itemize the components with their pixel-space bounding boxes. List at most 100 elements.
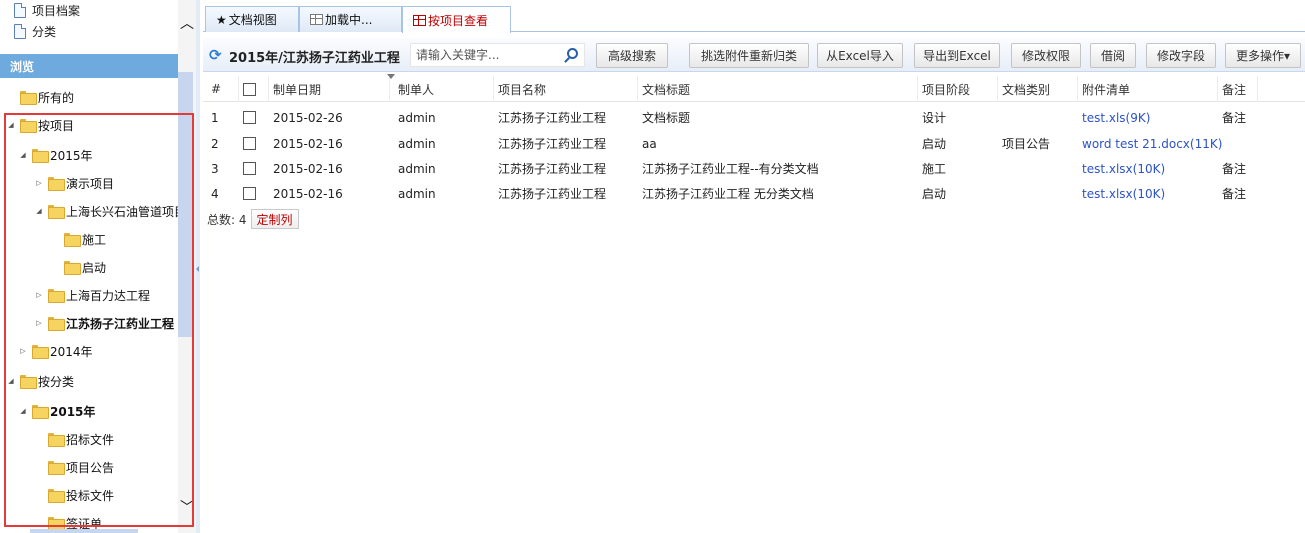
borrow-button[interactable]: 借阅 bbox=[1090, 43, 1136, 68]
nav-item-label: 分类 bbox=[32, 24, 57, 39]
column-header-category[interactable]: 文档类别 bbox=[998, 76, 1078, 102]
column-header-remark[interactable]: 备注 bbox=[1218, 76, 1258, 102]
search-box[interactable] bbox=[410, 43, 585, 67]
advanced-search-button[interactable]: 高级搜索 bbox=[596, 43, 668, 68]
column-header-label: 制单日期 bbox=[273, 82, 322, 97]
scroll-thumb[interactable] bbox=[178, 72, 193, 337]
tree-node-label: 按项目 bbox=[38, 118, 75, 133]
tab-document-view[interactable]: ★ 文档视图 bbox=[205, 6, 299, 32]
collapsed-arrow-icon[interactable]: ▷ bbox=[18, 346, 28, 356]
column-header-creator[interactable]: 制单人 bbox=[394, 76, 494, 102]
collapsed-arrow-icon[interactable]: ▷ bbox=[34, 318, 44, 328]
table-row[interactable]: 2 2015-02-16 admin 江苏扬子江药业工程 aa 启动 项目公告 word te… bbox=[203, 131, 1305, 156]
tree-node[interactable]: ◢ 按项目 bbox=[6, 114, 74, 136]
expanded-arrow-icon[interactable]: ◢ bbox=[18, 150, 28, 160]
grid-icon bbox=[310, 14, 323, 25]
tree-node-label: 江苏扬子江药业工程 bbox=[66, 316, 175, 331]
table-row[interactable]: 1 2015-02-26 admin 江苏扬子江药业工程 文档标题 设计 test.xls(… bbox=[203, 105, 1305, 130]
row-checkbox[interactable] bbox=[243, 187, 256, 200]
row-checkbox[interactable] bbox=[243, 137, 256, 150]
tree-node[interactable]: ▷ 江苏扬子江药业工程 bbox=[34, 312, 174, 334]
expanded-arrow-icon[interactable]: ◢ bbox=[6, 376, 16, 386]
tree-node[interactable]: 投标文件 bbox=[34, 484, 114, 506]
cell-doc-title: 江苏扬子江药业工程--有分类文档 bbox=[642, 162, 819, 176]
tab-view-by-project[interactable]: 按项目查看 bbox=[402, 6, 511, 33]
search-input[interactable] bbox=[411, 45, 559, 65]
star-icon: ★ bbox=[216, 12, 227, 27]
edit-permissions-button[interactable]: 修改权限 bbox=[1011, 43, 1081, 68]
tab-label: 按项目查看 bbox=[428, 13, 489, 28]
sidebar-scrollbar[interactable]: ︿ ﹀ bbox=[178, 0, 196, 533]
expanded-arrow-icon[interactable]: ◢ bbox=[6, 120, 16, 130]
nav-item-project-archive[interactable]: 项目档案 bbox=[14, 0, 80, 20]
cell-project: 江苏扬子江药业工程 bbox=[498, 162, 607, 176]
cell-project: 江苏扬子江药业工程 bbox=[498, 111, 607, 125]
tree-node[interactable]: 所有的 bbox=[6, 86, 74, 108]
cell-stage: 设计 bbox=[922, 111, 947, 125]
tree-node[interactable]: 招标文件 bbox=[34, 428, 114, 450]
main-panel: ★ 文档视图 加载中... 按项目查看 ⟳ 2015年/江苏扬子江药业工程 高级… bbox=[203, 0, 1305, 533]
horizontal-scroll-thumb[interactable] bbox=[30, 529, 138, 533]
collapsed-arrow-icon[interactable]: ▷ bbox=[34, 290, 44, 300]
tree-node[interactable]: ◢ 上海长兴石油管道项目 bbox=[34, 200, 186, 222]
cell-attachment[interactable]: test.xlsx(10K) bbox=[1078, 181, 1165, 206]
row-checkbox[interactable] bbox=[243, 162, 256, 175]
table-row[interactable]: 4 2015-02-16 admin 江苏扬子江药业工程 江苏扬子江药业工程 无分类文档… bbox=[203, 181, 1305, 206]
tree-node[interactable]: 启动 bbox=[50, 256, 106, 278]
tree-node-label: 启动 bbox=[82, 260, 107, 275]
tree-node[interactable]: 项目公告 bbox=[34, 456, 114, 478]
column-header-stage[interactable]: 项目阶段 bbox=[918, 76, 998, 102]
export-to-excel-button[interactable]: 导出到Excel bbox=[914, 43, 1000, 68]
cell-date: 2015-02-26 bbox=[273, 110, 343, 125]
refresh-icon[interactable]: ⟳ bbox=[209, 47, 225, 63]
tree-node[interactable]: 施工 bbox=[50, 228, 106, 250]
column-header-doc-title[interactable]: 文档标题 bbox=[638, 76, 918, 102]
folder-icon bbox=[48, 177, 65, 191]
cell-attachment[interactable]: test.xls(9K) bbox=[1078, 105, 1150, 130]
column-header-project[interactable]: 项目名称 bbox=[494, 76, 638, 102]
cell-stage: 施工 bbox=[922, 162, 947, 176]
tree-node[interactable]: ◢ 2015年 bbox=[18, 400, 95, 422]
tree-node[interactable]: ◢ 按分类 bbox=[6, 370, 74, 392]
folder-icon bbox=[48, 489, 65, 503]
nav-item-label: 项目档案 bbox=[32, 3, 81, 18]
cell-creator: admin bbox=[398, 161, 436, 176]
scroll-down-icon[interactable]: ﹀ bbox=[178, 498, 196, 516]
tree-node[interactable]: ◢ 2015年 bbox=[18, 144, 93, 166]
expanded-arrow-icon[interactable]: ◢ bbox=[18, 406, 28, 416]
document-icon bbox=[14, 2, 26, 18]
tree-node-label: 所有的 bbox=[38, 90, 75, 105]
collapsed-arrow-icon[interactable]: ▷ bbox=[34, 178, 44, 188]
cell-attachment[interactable]: word test 21.docx(11K) bbox=[1078, 131, 1222, 156]
folder-icon bbox=[48, 289, 65, 303]
tree-node-label: 施工 bbox=[82, 232, 107, 247]
cell-attachment[interactable]: test.xlsx(10K) bbox=[1078, 156, 1165, 181]
search-icon[interactable] bbox=[567, 48, 578, 59]
scroll-up-icon[interactable]: ︿ bbox=[178, 14, 196, 32]
custom-columns-button[interactable]: 定制列 bbox=[250, 209, 299, 229]
sidebar: 项目档案 分类 浏览 所有的 ◢ 按项目 ◢ 2015年 ▷ 演示项目 ◢ 上海长兴石油管道项目… bbox=[0, 0, 200, 533]
import-from-excel-button[interactable]: 从Excel导入 bbox=[817, 43, 903, 68]
tree-node[interactable]: ▷ 上海百力达工程 bbox=[34, 284, 150, 306]
tree-node-label: 上海长兴石油管道项目 bbox=[66, 204, 187, 219]
select-all-checkbox[interactable] bbox=[243, 82, 256, 96]
row-checkbox[interactable] bbox=[243, 111, 256, 124]
more-actions-button[interactable]: 更多操作▾ bbox=[1225, 43, 1301, 68]
tab-label: 加载中... bbox=[325, 13, 373, 27]
reclassify-attachments-button[interactable]: 挑选附件重新归类 bbox=[689, 43, 809, 68]
grid-icon bbox=[413, 14, 426, 26]
tab-loading[interactable]: 加载中... bbox=[299, 6, 402, 32]
sidebar-collapse-handle[interactable] bbox=[196, 0, 200, 533]
tree-node[interactable]: ▷ 2014年 bbox=[18, 340, 93, 362]
edit-fields-button[interactable]: 修改字段 bbox=[1146, 43, 1216, 68]
tab-bar: ★ 文档视图 加载中... 按项目查看 bbox=[203, 4, 1305, 33]
expanded-arrow-icon[interactable]: ◢ bbox=[34, 206, 44, 216]
table-row[interactable]: 3 2015-02-16 admin 江苏扬子江药业工程 江苏扬子江药业工程--有分类文… bbox=[203, 156, 1305, 181]
column-header-attachments[interactable]: 附件清单 bbox=[1078, 76, 1218, 102]
column-header-date[interactable]: 制单日期 bbox=[269, 74, 395, 102]
nav-item-category[interactable]: 分类 bbox=[14, 21, 56, 41]
cell-doc-title: 文档标题 bbox=[642, 111, 691, 125]
cell-select bbox=[239, 105, 256, 130]
cell-date: 2015-02-16 bbox=[273, 186, 343, 201]
tree-node[interactable]: ▷ 演示项目 bbox=[34, 172, 114, 194]
